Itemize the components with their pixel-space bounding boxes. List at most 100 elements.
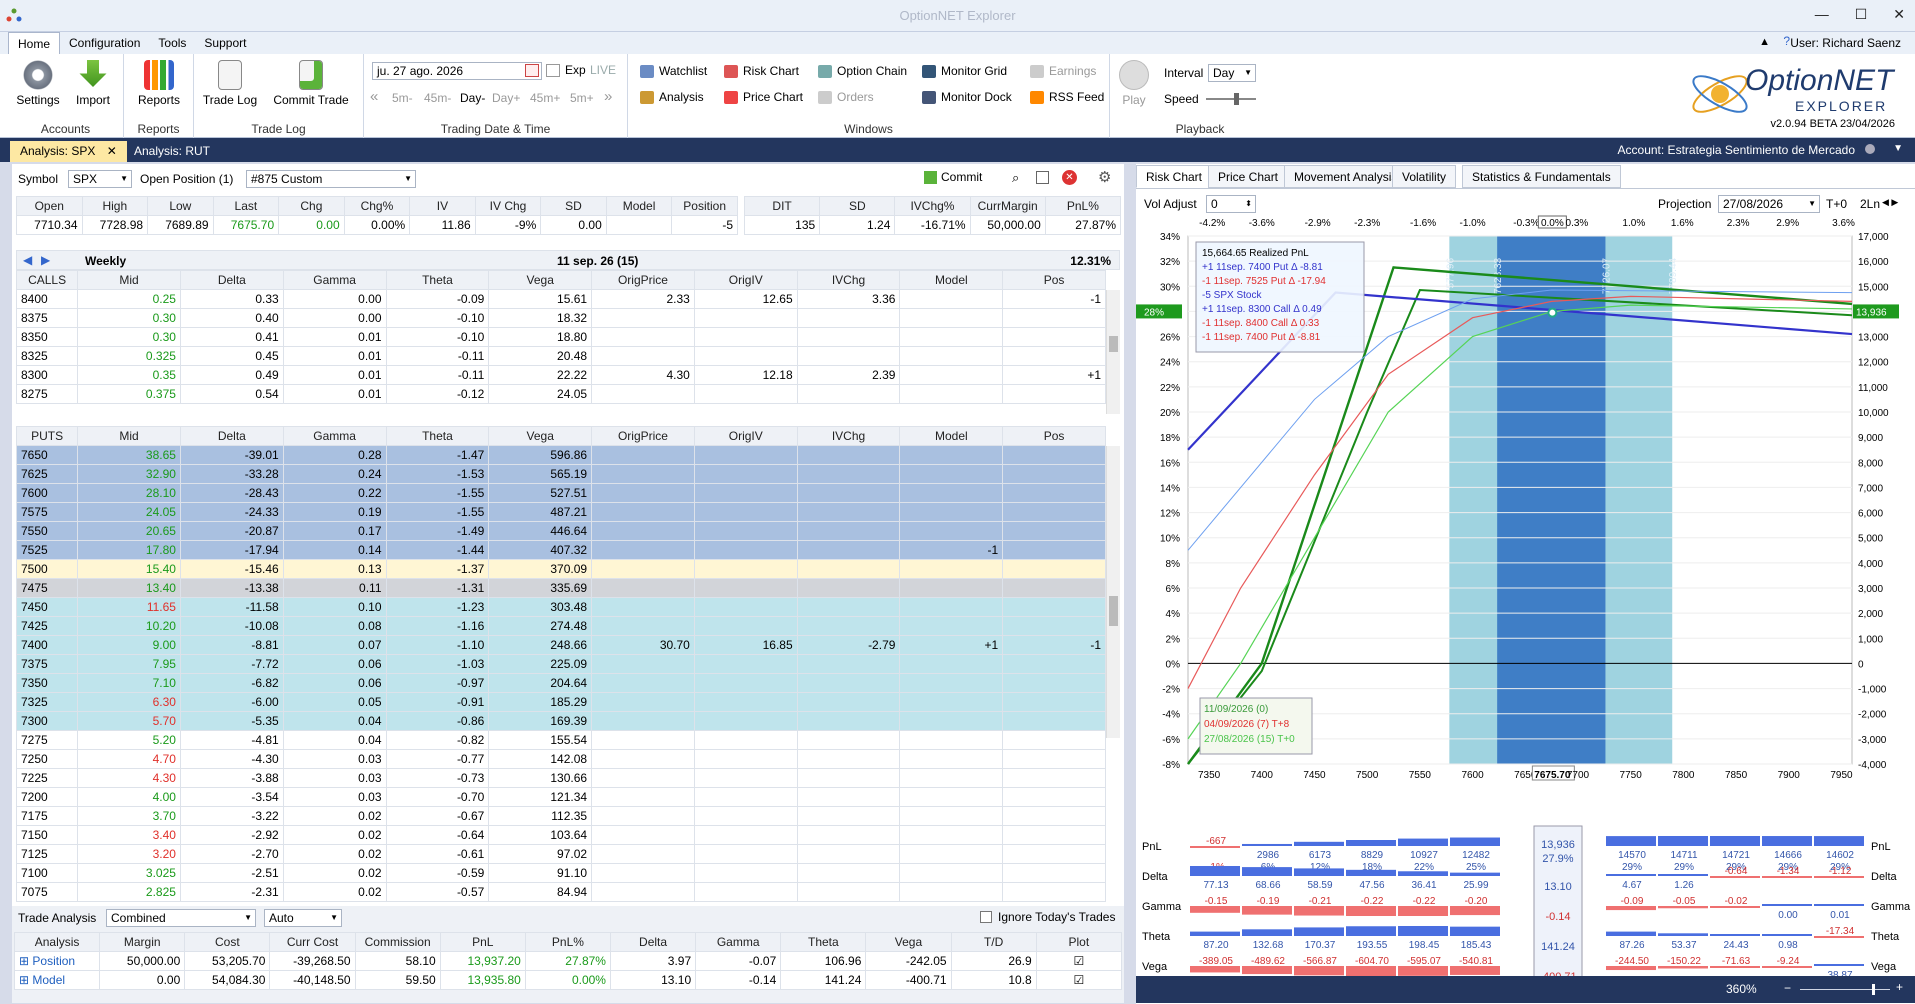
settings-button[interactable]: Settings: [14, 60, 62, 107]
vol-adjust-input[interactable]: 0 ⬍: [1206, 195, 1256, 213]
table-row[interactable]: 8350 0.30 0.41 0.01 -0.10 18.80: [16, 327, 1106, 347]
table-row[interactable]: 7575 24.05 -24.33 0.19 -1.55 487.21: [16, 502, 1106, 522]
help-icon[interactable]: ?: [1783, 34, 1790, 48]
risk-chart-button[interactable]: Risk Chart: [724, 64, 799, 78]
zoom-slider[interactable]: [1800, 984, 1890, 995]
table-row[interactable]: 8275 0.375 0.54 0.01 -0.12 24.05: [16, 384, 1106, 404]
grid-header[interactable]: OrigPrice: [591, 270, 695, 290]
table-row[interactable]: 7225 4.30 -3.88 0.03 -0.73 130.66: [16, 768, 1106, 788]
grid-header[interactable]: Theta: [385, 426, 490, 446]
grid-header[interactable]: OrigPrice: [591, 426, 695, 446]
table-row[interactable]: 7200 4.00 -3.54 0.03 -0.70 121.34: [16, 787, 1106, 807]
table-row[interactable]: 7125 3.20 -2.70 0.02 -0.61 97.02: [16, 844, 1106, 864]
grid-header[interactable]: Delta: [179, 270, 284, 290]
table-row[interactable]: 7075 2.825 -2.31 0.02 -0.57 84.94: [16, 882, 1106, 902]
table-row[interactable]: 7300 5.70 -5.35 0.04 -0.86 169.39: [16, 711, 1106, 731]
minimize-icon[interactable]: —: [1815, 6, 1829, 23]
ignore-trades-checkbox[interactable]: [980, 911, 992, 923]
table-row[interactable]: 8325 0.325 0.45 0.01 -0.11 20.48: [16, 346, 1106, 366]
calendar-icon[interactable]: [525, 64, 539, 77]
grid-header[interactable]: Pos: [1002, 426, 1106, 446]
grid-header[interactable]: OrigIV: [693, 426, 798, 446]
maximize-icon[interactable]: ☐: [1855, 6, 1868, 23]
earnings-button[interactable]: Earnings: [1030, 64, 1096, 78]
plot-checkbox[interactable]: ☑: [1035, 970, 1123, 990]
menu-tools[interactable]: Tools: [149, 32, 195, 54]
grid-header[interactable]: OrigIV: [693, 270, 798, 290]
grid-header[interactable]: Gamma: [282, 270, 387, 290]
grid-header[interactable]: CALLS: [16, 270, 79, 290]
open-position-select[interactable]: #875 Custom ▼: [246, 170, 416, 188]
table-row[interactable]: 7325 6.30 -6.00 0.05 -0.91 185.29: [16, 692, 1106, 712]
monitor-grid-button[interactable]: Monitor Grid: [922, 64, 1007, 78]
grid-header[interactable]: IVChg: [796, 270, 901, 290]
grid-header[interactable]: Gamma: [282, 426, 387, 446]
table-row[interactable]: ⊞ Position 50,000.00 53,205.70 -39,268.50 58…: [13, 951, 1123, 971]
tab-movement-analysis[interactable]: Movement Analysis: [1284, 165, 1408, 188]
table-row[interactable]: ⊞ Model 0.00 54,084.30 -40,148.50 59.50 13,93…: [13, 970, 1123, 990]
table-row[interactable]: 7275 5.20 -4.81 0.04 -0.82 155.54: [16, 730, 1106, 750]
table-row[interactable]: 7600 28.10 -28.43 0.22 -1.55 527.51: [16, 483, 1106, 503]
next-expiry-icon[interactable]: ▶: [41, 253, 50, 267]
table-row[interactable]: 7500 15.40 -15.46 0.13 -1.37 370.09: [16, 559, 1106, 579]
interval-select[interactable]: Day ▼: [1208, 64, 1256, 82]
grid-header[interactable]: Pos: [1002, 270, 1106, 290]
grid-header[interactable]: Mid: [77, 270, 181, 290]
table-row[interactable]: 7475 13.40 -13.38 0.11 -1.31 335.69: [16, 578, 1106, 598]
commit-button[interactable]: Commit: [924, 170, 982, 184]
table-row[interactable]: 7150 3.40 -2.92 0.02 -0.64 103.64: [16, 825, 1106, 845]
tab-risk-chart[interactable]: Risk Chart: [1136, 165, 1213, 188]
table-row[interactable]: 7375 7.95 -7.72 0.06 -1.03 225.09: [16, 654, 1106, 674]
price-chart-button[interactable]: Price Chart: [724, 90, 803, 104]
table-row[interactable]: 7175 3.70 -3.22 0.02 -0.67 112.35: [16, 806, 1106, 826]
close-tab-icon[interactable]: ✕: [107, 144, 117, 158]
commit-trade-button[interactable]: Commit Trade: [270, 60, 352, 107]
grid-header[interactable]: PUTS: [16, 426, 79, 446]
grid-header[interactable]: IVChg: [796, 426, 901, 446]
grid-header[interactable]: Model: [899, 426, 1004, 446]
tab-statistics-fundamentals[interactable]: Statistics & Fundamentals: [1462, 165, 1621, 188]
table-row[interactable]: 7400 9.00 -8.81 0.07 -1.10 248.66 30.70 16.85 -2…: [16, 635, 1106, 655]
exp-label[interactable]: Exp: [565, 63, 586, 77]
menu-support[interactable]: Support: [195, 32, 255, 54]
gear-icon[interactable]: ⚙: [1098, 168, 1111, 186]
tab-analysis-spx[interactable]: Analysis: SPX ✕: [10, 141, 127, 162]
live-label[interactable]: LIVE: [590, 63, 616, 77]
grid-header[interactable]: Vega: [488, 426, 593, 446]
tab-analysis-rut[interactable]: Analysis: RUT: [124, 141, 220, 162]
option-chain-button[interactable]: Option Chain: [818, 64, 907, 78]
grid-header[interactable]: Theta: [385, 270, 490, 290]
ta-row-name[interactable]: ⊞ Model: [13, 970, 101, 990]
trading-date-input[interactable]: ju. 27 ago. 2026: [372, 62, 542, 80]
step-forward-icon[interactable]: »: [604, 88, 612, 105]
step-day-forward[interactable]: Day+: [492, 91, 520, 105]
step-5m-forward[interactable]: 5m+: [570, 91, 594, 105]
tab-price-chart[interactable]: Price Chart: [1208, 165, 1289, 188]
zoom-in-icon[interactable]: +: [1896, 980, 1903, 994]
speed-slider[interactable]: [1206, 93, 1256, 105]
analysis-button[interactable]: Analysis: [640, 90, 704, 104]
calls-scrollbar[interactable]: [1106, 290, 1120, 414]
step-back-icon[interactable]: «: [370, 88, 378, 105]
close-icon[interactable]: ✕: [1893, 6, 1905, 23]
risk-chart[interactable]: 7577.96 7623.33 7726.07 7789.4434% 17,00032%…: [1136, 214, 1915, 824]
exp-toggle-icon[interactable]: [546, 64, 560, 77]
spinner-icon[interactable]: ⬍: [1245, 196, 1252, 212]
watchlist-button[interactable]: Watchlist: [640, 64, 707, 78]
grid-header[interactable]: Model: [899, 270, 1004, 290]
table-row[interactable]: 7525 17.80 -17.94 0.14 -1.44 407.32 -1: [16, 540, 1106, 560]
delete-icon[interactable]: ✕: [1062, 170, 1077, 185]
grid-view-icon[interactable]: [1036, 171, 1049, 184]
tab-volatility[interactable]: Volatility: [1392, 165, 1457, 188]
projection-nav-icon[interactable]: ◀ ▶: [1882, 197, 1898, 208]
table-row[interactable]: 8400 0.25 0.33 0.00 -0.09 15.61 2.33 12.65 3.36 -…: [16, 289, 1106, 309]
table-row[interactable]: 7250 4.70 -4.30 0.03 -0.77 142.08: [16, 749, 1106, 769]
play-button[interactable]: Play: [1116, 60, 1152, 107]
projection-date-input[interactable]: 27/08/2026 ▼: [1718, 195, 1820, 213]
grid-header[interactable]: Vega: [488, 270, 593, 290]
reports-button[interactable]: Reports: [134, 60, 184, 107]
table-row[interactable]: 7550 20.65 -20.87 0.17 -1.49 446.64: [16, 521, 1106, 541]
collapse-ribbon-icon[interactable]: ▲: [1759, 36, 1770, 48]
grid-header[interactable]: Delta: [179, 426, 284, 446]
menu-configuration[interactable]: Configuration: [60, 32, 149, 54]
